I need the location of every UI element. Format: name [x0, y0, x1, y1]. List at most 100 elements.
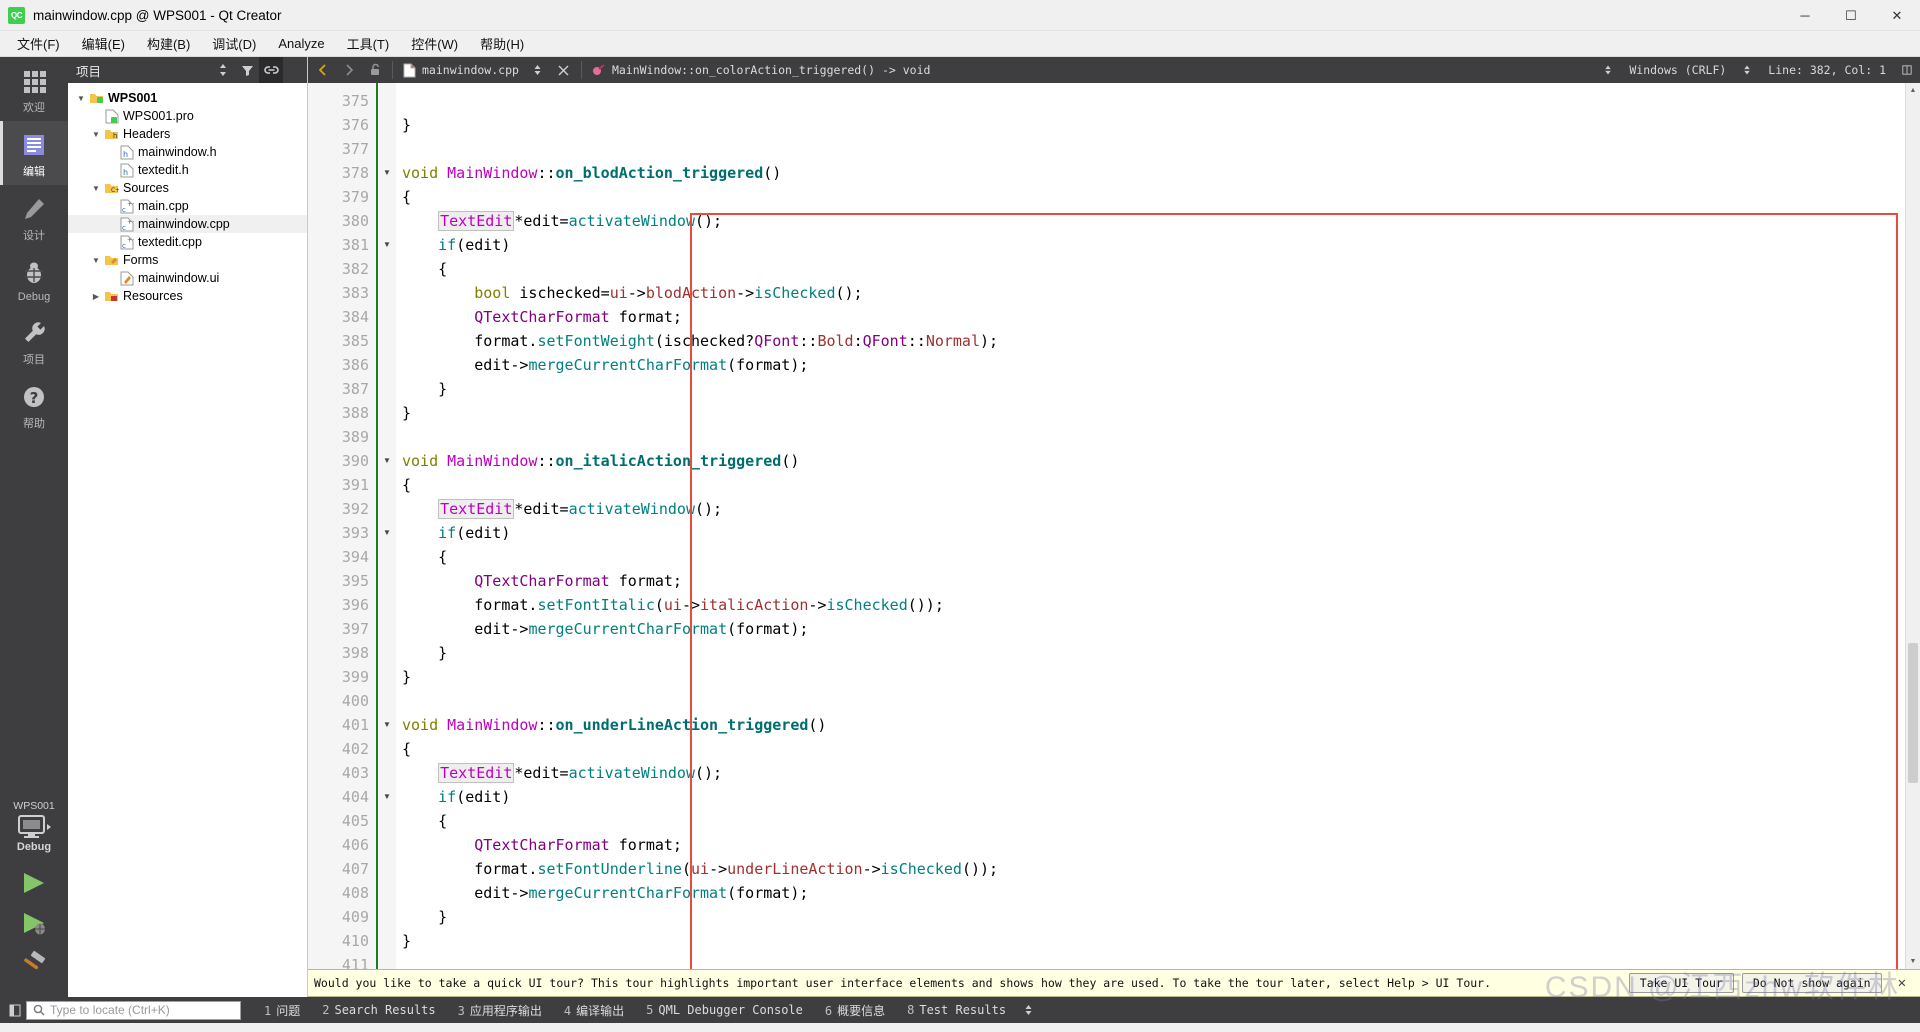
editor-column: mainwindow.cpp MainWindow::on_colorActio…	[308, 57, 1920, 997]
fold-column[interactable]: ▼ ▼ ▼ ▼ ▼ ▼	[378, 83, 396, 969]
split-editor-icon[interactable]	[1894, 57, 1920, 83]
tree-item[interactable]: ▼ Forms	[68, 251, 307, 269]
tree-item[interactable]: c++textedit.cpp	[68, 233, 307, 251]
output-pane-dropdown-icon[interactable]	[1017, 1001, 1039, 1019]
output-pane-button[interactable]: 4 编译输出	[553, 1002, 635, 1019]
code-text-area[interactable]: } void MainWindow::on_blodAction_triggere…	[396, 83, 1905, 969]
tree-item[interactable]: ▼ C+ Sources	[68, 179, 307, 197]
code-line: if(edit)	[402, 785, 1905, 809]
output-pane-button[interactable]: 5 QML Debugger Console	[635, 1003, 814, 1017]
menu-file[interactable]: 文件(F)	[6, 31, 71, 56]
line-number: 401	[341, 716, 369, 734]
code-token: if	[438, 788, 457, 806]
tree-item[interactable]: h textedit.h	[68, 161, 307, 179]
output-pane-button[interactable]: 2 Search Results	[311, 1003, 446, 1017]
tree-item[interactable]: WPS001.pro	[68, 107, 307, 125]
tree-item[interactable]: ▼ h Headers	[68, 125, 307, 143]
document-list-dropdown-icon[interactable]	[525, 57, 551, 83]
scrollbar-thumb[interactable]	[1908, 643, 1918, 783]
fold-toggle-icon[interactable]: ▼	[378, 233, 396, 257]
tree-item[interactable]: ▼ WPS001	[68, 89, 307, 107]
mode-edit[interactable]: 编辑	[0, 121, 68, 185]
take-ui-tour-button[interactable]: Take UI Tour	[1628, 973, 1734, 993]
tree-item[interactable]: h mainwindow.h	[68, 143, 307, 161]
scroll-down-arrow-icon[interactable]: ▼	[1906, 954, 1920, 969]
build-button[interactable]	[18, 950, 50, 976]
tree-item[interactable]: ▶ Resources	[68, 287, 307, 305]
code-editor[interactable]: 375 376 377 378 379 380 381 382 383 384 385 386 387 3…	[308, 83, 1920, 969]
start-debugging-button[interactable]	[18, 910, 50, 936]
fold-toggle-icon[interactable]: ▼	[378, 449, 396, 473]
output-pane-button[interactable]: 8 Test Results	[896, 1003, 1017, 1017]
filter-icon[interactable]	[235, 57, 259, 83]
sync-selection-icon[interactable]	[211, 57, 235, 83]
chevron-down-icon[interactable]: ▼	[89, 130, 103, 139]
go-forward-icon[interactable]	[336, 57, 362, 83]
locator-placeholder: Type to locate (Ctrl+K)	[50, 1003, 170, 1017]
menu-debug[interactable]: 调试(D)	[201, 31, 267, 56]
editor-vertical-scrollbar[interactable]: ▲ ▼	[1905, 83, 1920, 969]
line-ending-label[interactable]: Windows (CRLF)	[1621, 63, 1734, 77]
editor-tab-mainwindow-cpp[interactable]: mainwindow.cpp	[397, 57, 525, 83]
output-pane-button[interactable]: 3 应用程序输出	[447, 1002, 553, 1019]
menu-help[interactable]: 帮助(H)	[469, 31, 535, 56]
tree-item-label: main.cpp	[138, 199, 189, 213]
close-document-icon[interactable]	[551, 57, 577, 83]
menu-tools[interactable]: 工具(T)	[336, 31, 401, 56]
locator-input[interactable]: Type to locate (Ctrl+K)	[26, 1000, 241, 1020]
mode-help-question[interactable]: ? 帮助	[0, 373, 68, 437]
output-pane-button[interactable]: 1 问题	[253, 1002, 311, 1019]
line-number: 382	[341, 260, 369, 278]
link-with-editor-icon[interactable]	[259, 57, 283, 83]
code-token: ->	[627, 284, 646, 302]
symbol-label: MainWindow::on_colorAction_triggered() -…	[611, 63, 931, 77]
minimize-button[interactable]: ─	[1782, 0, 1828, 31]
close-banner-icon[interactable]: ✕	[1890, 975, 1914, 991]
menu-analyze[interactable]: Analyze	[267, 33, 335, 54]
mode-grid[interactable]: 欢迎	[0, 57, 68, 121]
tree-item[interactable]: c++mainwindow.cpp	[68, 215, 307, 233]
run-button[interactable]	[18, 870, 50, 896]
code-token: ();	[695, 500, 723, 518]
close-button[interactable]: ✕	[1874, 0, 1920, 31]
fold-toggle-icon[interactable]: ▼	[378, 521, 396, 545]
menu-edit[interactable]: 编辑(E)	[71, 31, 136, 56]
cursor-position-label[interactable]: Line: 382, Col: 1	[1760, 63, 1894, 77]
tree-item[interactable]: c++main.cpp	[68, 197, 307, 215]
chevron-right-icon[interactable]: ▶	[89, 292, 103, 301]
symbol-dropdown[interactable]: MainWindow::on_colorAction_triggered() -…	[586, 63, 931, 77]
menu-window[interactable]: 控件(W)	[400, 31, 469, 56]
fold-toggle-icon[interactable]: ▼	[378, 713, 396, 737]
unlock-icon[interactable]	[362, 57, 388, 83]
line-number: 385	[341, 332, 369, 350]
line-ending-dropdown-icon[interactable]	[1595, 57, 1621, 83]
code-token: ());	[961, 860, 999, 878]
target-selector-icon[interactable]	[17, 814, 51, 840]
mode-selector: 欢迎 编辑 设计 Debug 项目? 帮助 WPS001 Debug	[0, 57, 68, 997]
chevron-down-icon[interactable]: ▼	[89, 184, 103, 193]
chevron-down-icon[interactable]: ▼	[74, 94, 88, 103]
tree-item[interactable]: mainwindow.ui	[68, 269, 307, 287]
fold-toggle-icon[interactable]: ▼	[378, 785, 396, 809]
output-pane-label: 应用程序输出	[469, 1003, 542, 1018]
mode-design-pencil[interactable]: 设计	[0, 185, 68, 249]
do-not-show-again-button[interactable]: Do Not show again	[1741, 973, 1882, 993]
toggle-sidebar-icon[interactable]	[4, 1001, 26, 1019]
mode-bug[interactable]: Debug	[0, 249, 68, 309]
mode-wrench[interactable]: 项目	[0, 309, 68, 373]
panel-close-icon[interactable]	[283, 57, 307, 83]
line-number: 406	[341, 836, 369, 854]
scroll-up-arrow-icon[interactable]: ▲	[1906, 83, 1920, 98]
go-back-icon[interactable]	[310, 57, 336, 83]
menu-build[interactable]: 构建(B)	[136, 31, 201, 56]
maximize-button[interactable]: ☐	[1828, 0, 1874, 31]
chevron-down-icon[interactable]: ▼	[89, 256, 103, 265]
fold-toggle-icon[interactable]: ▼	[378, 161, 396, 185]
encoding-dropdown-icon[interactable]	[1734, 57, 1760, 83]
output-pane-label: 概要信息	[837, 1003, 886, 1018]
output-pane-button[interactable]: 6 概要信息	[814, 1002, 896, 1019]
